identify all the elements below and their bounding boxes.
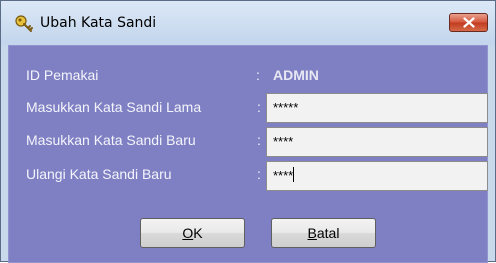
confirm-password-label: Ulangi Kata Sandi Baru [26, 166, 172, 182]
cancel-mnemonic: B [307, 225, 317, 241]
old-password-field[interactable]: ***** [266, 93, 488, 123]
ok-button[interactable]: OK [140, 218, 245, 248]
text-caret [293, 167, 295, 183]
old-password-colon: : [257, 99, 261, 115]
old-password-value: ***** [273, 100, 299, 115]
old-password-label: Masukkan Kata Sandi Lama [26, 99, 202, 115]
new-password-label: Masukkan Kata Sandi Baru [26, 132, 196, 148]
confirm-password-field[interactable]: **** [266, 161, 488, 191]
cancel-label-rest: atal [316, 225, 340, 241]
ok-label-rest: K [193, 225, 203, 241]
new-password-value: **** [273, 134, 294, 149]
close-icon [463, 17, 475, 28]
key-icon [14, 14, 34, 34]
change-password-dialog: Ubah Kata Sandi ID Pemakai : ADMIN Masuk… [0, 0, 496, 263]
title-bar[interactable]: Ubah Kata Sandi [1, 1, 495, 45]
user-id-label: ID Pemakai [26, 67, 99, 83]
user-id-colon: : [256, 67, 260, 83]
ok-mnemonic: O [182, 225, 194, 241]
cancel-button[interactable]: Batal [271, 218, 376, 248]
new-password-colon: : [257, 132, 261, 148]
user-id-value: ADMIN [273, 67, 319, 83]
confirm-password-value: **** [273, 168, 294, 183]
window-title: Ubah Kata Sandi [40, 15, 157, 31]
new-password-field[interactable]: **** [266, 127, 488, 157]
confirm-password-colon: : [257, 166, 261, 182]
close-button[interactable] [449, 13, 488, 32]
